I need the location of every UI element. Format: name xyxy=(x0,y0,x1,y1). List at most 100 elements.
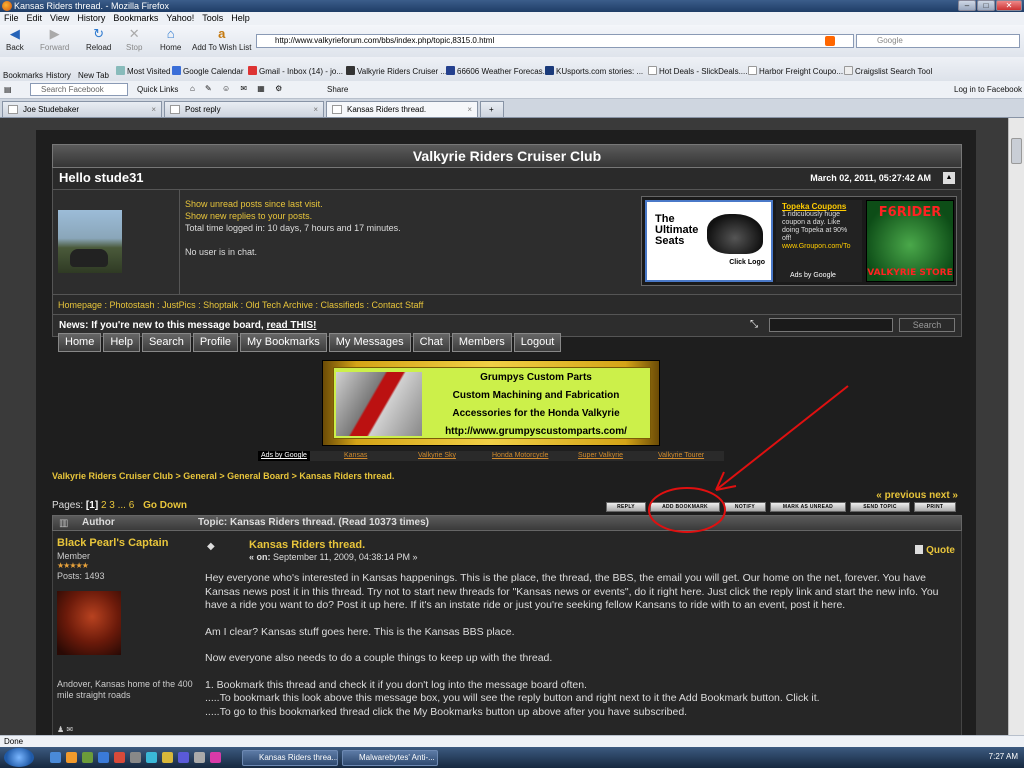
calendar-icon xyxy=(172,66,181,75)
facebook-search-input[interactable]: Search Facebook xyxy=(30,83,128,96)
status-text: Done xyxy=(4,737,24,746)
reload-icon: ↻ xyxy=(93,26,105,41)
page-scrollbar[interactable] xyxy=(1008,118,1024,735)
mark-as-unread-button[interactable]: MARK AS UNREAD xyxy=(770,502,846,512)
gmail-icon xyxy=(248,66,257,75)
menu-bar: File Edit View History Bookmarks Yahoo! … xyxy=(0,12,1024,25)
menu-tools[interactable]: Tools xyxy=(202,12,223,25)
close-tab-icon[interactable]: × xyxy=(467,102,472,117)
web-content: Valkyrie Riders Cruiser Club Hello stude… xyxy=(0,118,1024,735)
bookmark-harbor-freight[interactable]: Harbor Freight Coupo... xyxy=(748,66,843,76)
quicklaunch-icon[interactable] xyxy=(146,752,157,763)
quicklaunch-icon[interactable] xyxy=(162,752,173,763)
close-window-button[interactable]: ✕ xyxy=(996,0,1022,11)
quote-button[interactable]: Quote xyxy=(915,545,955,556)
quicklaunch-icon[interactable] xyxy=(98,752,109,763)
breadcrumb[interactable]: Valkyrie Riders Cruiser Club > General >… xyxy=(52,471,394,481)
post-icon: ◆ xyxy=(207,541,215,552)
page-links[interactable]: 2 3 ... 6 xyxy=(101,500,134,511)
bookmark-weather[interactable]: 66606 Weather Forecas... xyxy=(446,66,549,76)
facebook-login-link[interactable]: Log in to Facebook xyxy=(954,85,1022,94)
quicklaunch-icon[interactable] xyxy=(114,752,125,763)
menu-history[interactable]: History xyxy=(77,12,105,25)
send-topic-button[interactable]: SEND TOPIC xyxy=(850,502,910,512)
quicklaunch-icon[interactable] xyxy=(82,752,93,763)
tab-joe-studebaker[interactable]: Joe Studebaker × xyxy=(2,101,162,117)
share-button[interactable]: Share xyxy=(327,85,348,94)
bookmarks-toolbar: Bookmarks History New Tab Most Visited G… xyxy=(0,57,1024,81)
back-button[interactable]: ◀ Back xyxy=(6,26,24,53)
tab-post-reply[interactable]: Post reply × xyxy=(164,101,324,117)
go-down-link[interactable]: Go Down xyxy=(143,500,187,511)
topic-icon: ▥ xyxy=(59,518,69,529)
rss-icon[interactable] xyxy=(825,36,835,46)
post-paragraph: .....To bookmark this look above this me… xyxy=(205,692,820,704)
stop-icon: ✕ xyxy=(128,26,140,41)
facebook-icon[interactable]: ▤ xyxy=(4,85,12,94)
bookmark-icon xyxy=(748,66,757,75)
reload-button[interactable]: ↻ Reload xyxy=(86,26,111,53)
bookmark-craigslist[interactable]: Craigslist Search Tool xyxy=(844,66,932,76)
bookmark-slickdeals[interactable]: Hot Deals - SlickDeals.... xyxy=(648,66,747,76)
stop-button[interactable]: ✕ Stop xyxy=(126,26,142,53)
quicklaunch-icon[interactable] xyxy=(210,752,221,763)
profile-pm-icons[interactable]: ♟ ✉ xyxy=(57,725,73,734)
quicklaunch-icon[interactable] xyxy=(194,752,205,763)
menu-help[interactable]: Help xyxy=(231,12,250,25)
quick-links-menu[interactable]: Quick Links xyxy=(137,85,178,94)
print-button[interactable]: PRINT xyxy=(914,502,956,512)
add-bookmark-button[interactable]: ADD BOOKMARK xyxy=(650,502,720,512)
bookmark-google-calendar[interactable]: Google Calendar xyxy=(172,66,243,76)
system-clock: 7:27 AM xyxy=(988,752,1018,761)
notify-button[interactable]: NOTIFY xyxy=(724,502,766,512)
menu-yahoo[interactable]: Yahoo! xyxy=(166,12,194,25)
new-tab-plus-button[interactable]: + xyxy=(480,101,504,117)
firefox-quicklaunch-icon[interactable] xyxy=(66,752,77,763)
taskbar-malwarebytes-window[interactable]: Malwarebytes' Anti-... xyxy=(342,750,438,766)
bookmarks-button[interactable]: Bookmarks xyxy=(3,71,43,80)
page-background: Valkyrie Riders Cruiser Club Hello stude… xyxy=(36,130,976,735)
taskbar-firefox-window[interactable]: Kansas Riders threa... xyxy=(242,750,338,766)
quicklaunch-icon[interactable] xyxy=(178,752,189,763)
pagination-row: Pages: [1] 2 3 ... 6 Go Down « previous … xyxy=(52,490,962,512)
close-tab-icon[interactable]: × xyxy=(313,102,318,117)
show-desktop-icon[interactable] xyxy=(50,752,61,763)
url-bar[interactable]: http://www.valkyrieforum.com/bbs/index.p… xyxy=(256,34,854,48)
member-rank: Member xyxy=(57,551,91,561)
bookmark-kusports[interactable]: KUsports.com stories: ... xyxy=(545,66,643,76)
maximize-button[interactable]: □ xyxy=(977,0,995,11)
menu-file[interactable]: File xyxy=(4,12,19,25)
menu-bookmarks[interactable]: Bookmarks xyxy=(113,12,158,25)
home-button[interactable]: ⌂ Home xyxy=(160,27,181,53)
bookmark-gmail[interactable]: Gmail - Inbox (14) - jo... xyxy=(248,66,343,76)
post-author[interactable]: Black Pearl's Captain xyxy=(57,537,168,549)
quicklaunch-icon[interactable] xyxy=(130,752,141,763)
start-button[interactable] xyxy=(4,748,34,767)
previous-next-links[interactable]: « previous next » xyxy=(876,490,958,501)
back-arrow-icon: ◀ xyxy=(9,26,20,41)
bookmark-icon xyxy=(545,66,554,75)
bookmark-valkyrie-riders[interactable]: Valkyrie Riders Cruiser ... xyxy=(346,66,447,76)
bookmark-icon xyxy=(346,66,355,75)
reply-button[interactable]: REPLY xyxy=(606,502,646,512)
tab-kansas-riders[interactable]: Kansas Riders thread. × xyxy=(326,101,478,117)
forward-button[interactable]: ▶ Forward xyxy=(40,27,69,53)
menu-edit[interactable]: Edit xyxy=(27,12,43,25)
new-tab-button[interactable]: New Tab xyxy=(78,71,109,80)
post: Black Pearl's Captain Member ★★★★★ Posts… xyxy=(52,531,962,735)
amazon-icon: a xyxy=(218,26,226,41)
close-tab-icon[interactable]: × xyxy=(151,102,156,117)
menu-view[interactable]: View xyxy=(50,12,69,25)
add-to-wishlist-button[interactable]: a Add To Wish List xyxy=(192,26,251,53)
post-paragraph: Now everyone also needs to do a couple t… xyxy=(205,652,553,664)
scrollbar-thumb[interactable] xyxy=(1011,138,1022,164)
bookmark-most-visited[interactable]: Most Visited xyxy=(116,66,170,76)
facebook-tool-icons[interactable]: ⌂ ✎ ☺ ✉ ▦ ⚙ xyxy=(190,84,286,93)
facebook-toolbar: ▤ Search Facebook Quick Links ⌂ ✎ ☺ ✉ ▦ … xyxy=(0,81,1024,99)
minimize-button[interactable]: – xyxy=(958,0,976,11)
author-location: Andover, Kansas home of the 400 mile str… xyxy=(57,679,193,700)
history-button[interactable]: History xyxy=(46,71,71,80)
weather-icon xyxy=(446,66,455,75)
post-title[interactable]: Kansas Riders thread. xyxy=(249,539,365,551)
search-input[interactable]: Google xyxy=(856,34,1020,48)
